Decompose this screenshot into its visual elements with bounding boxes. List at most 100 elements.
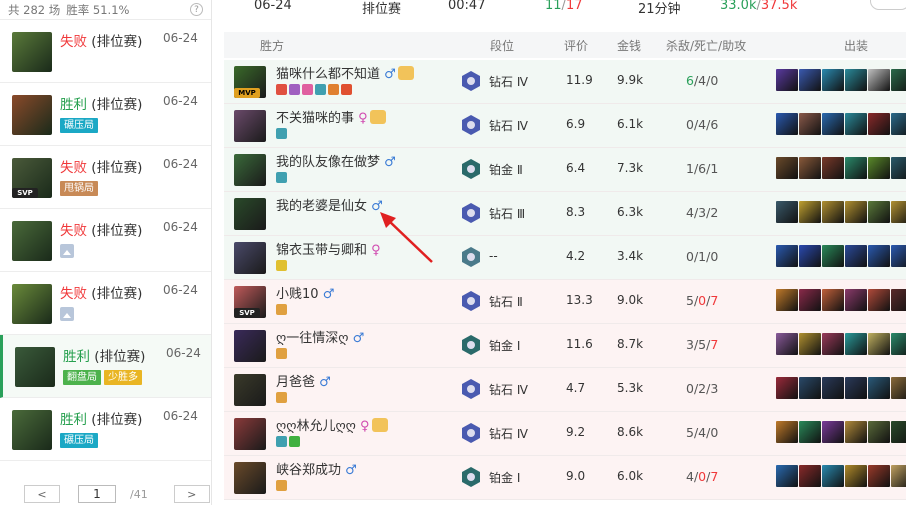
item-icon[interactable] <box>799 69 821 91</box>
item-icon[interactable] <box>822 113 844 135</box>
player-name[interactable]: 我的老婆是仙女 ♂ <box>276 195 383 214</box>
player-name[interactable]: ღღ林允儿ღღ ♀ <box>276 415 388 434</box>
player-name[interactable]: 峡谷郑成功 ♂ <box>276 459 357 478</box>
item-icon[interactable] <box>845 333 867 355</box>
help-icon[interactable]: ? <box>190 3 203 16</box>
player-name[interactable]: 猫咪什么都不知道 ♂ <box>276 63 414 82</box>
item-icon[interactable] <box>868 289 890 311</box>
item-icon[interactable] <box>891 157 906 179</box>
item-icon[interactable] <box>776 69 798 91</box>
item-icon[interactable] <box>822 69 844 91</box>
player-name[interactable]: 月爸爸 ♂ <box>276 371 331 390</box>
item-icon[interactable] <box>776 245 798 267</box>
player-row[interactable]: 月爸爸 ♂ 钻石 Ⅳ 4.7 5.3k 0/2/3 <box>224 368 906 412</box>
item-icon[interactable] <box>799 157 821 179</box>
item-icon[interactable] <box>822 377 844 399</box>
item-icon[interactable] <box>845 113 867 135</box>
score-value: 4.7 <box>566 381 586 395</box>
item-icon[interactable] <box>799 465 821 487</box>
next-page-button[interactable]: > <box>173 485 210 503</box>
item-icon[interactable] <box>822 289 844 311</box>
player-row[interactable]: 峡谷郑成功 ♂ 铂金 Ⅰ 9.0 6.0k 4/0/7 <box>224 456 906 500</box>
player-name[interactable]: 我的队友像在做梦 ♂ <box>276 151 396 170</box>
player-name[interactable]: 不关猫咪的事 ♀ <box>276 107 386 126</box>
item-build <box>776 113 906 135</box>
match-item[interactable]: 失败 (排位赛) 06-24 <box>0 272 211 335</box>
item-icon[interactable] <box>845 289 867 311</box>
image-icon[interactable] <box>60 244 74 258</box>
action-button[interactable] <box>870 0 906 10</box>
item-icon[interactable] <box>799 377 821 399</box>
player-row[interactable]: ღ一往情深ღ ♂ 铂金 Ⅰ 11.6 8.7k 3/5/7 <box>224 324 906 368</box>
player-row[interactable]: MVP 猫咪什么都不知道 ♂ 钻石 Ⅳ 11.9 9.9k 6/4/0 <box>224 60 906 104</box>
item-icon[interactable] <box>845 377 867 399</box>
item-icon[interactable] <box>868 333 890 355</box>
item-icon[interactable] <box>776 113 798 135</box>
item-icon[interactable] <box>776 421 798 443</box>
page-input[interactable]: 1 <box>78 485 116 503</box>
item-icon[interactable] <box>891 333 906 355</box>
item-icon[interactable] <box>776 157 798 179</box>
item-icon[interactable] <box>868 421 890 443</box>
item-icon[interactable] <box>868 465 890 487</box>
item-icon[interactable] <box>845 245 867 267</box>
prev-page-button[interactable]: < <box>24 485 60 503</box>
player-name[interactable]: ღ一往情深ღ ♂ <box>276 327 364 346</box>
gold-value: 9.0k <box>617 293 644 307</box>
item-icon[interactable] <box>891 113 906 135</box>
item-icon[interactable] <box>891 421 906 443</box>
item-icon[interactable] <box>799 421 821 443</box>
item-icon[interactable] <box>822 465 844 487</box>
image-icon[interactable] <box>60 307 74 321</box>
item-icon[interactable] <box>845 69 867 91</box>
item-icon[interactable] <box>776 333 798 355</box>
item-icon[interactable] <box>799 245 821 267</box>
match-item[interactable]: 胜利 (排位赛) 06-24 翻盘局 少胜多 <box>0 335 211 398</box>
item-icon[interactable] <box>799 333 821 355</box>
match-item[interactable]: SVP 失败 (排位赛) 06-24 甩锅局 <box>0 146 211 209</box>
item-icon[interactable] <box>868 377 890 399</box>
item-icon[interactable] <box>868 157 890 179</box>
item-icon[interactable] <box>822 245 844 267</box>
player-row[interactable]: ღღ林允儿ღღ ♀ 钻石 Ⅳ 9.2 8.6k 5/4/0 <box>224 412 906 456</box>
player-row[interactable]: SVP 小贱10 ♂ 钻石 Ⅱ 13.3 9.0k 5/0/7 <box>224 280 906 324</box>
gold-value: 8.6k <box>617 425 644 439</box>
player-row[interactable]: 不关猫咪的事 ♀ 钻石 Ⅳ 6.9 6.1k 0/4/6 <box>224 104 906 148</box>
match-item[interactable]: 胜利 (排位赛) 06-24 碾压局 <box>0 398 211 461</box>
match-item[interactable]: 失败 (排位赛) 06-24 <box>0 209 211 272</box>
item-icon[interactable] <box>822 333 844 355</box>
player-name[interactable]: 锦衣玉带与卿和 ♀ <box>276 239 381 258</box>
item-icon[interactable] <box>891 245 906 267</box>
item-icon[interactable] <box>776 289 798 311</box>
match-item[interactable]: 失败 (排位赛) 06-24 <box>0 20 211 83</box>
item-icon[interactable] <box>799 289 821 311</box>
match-item[interactable]: 胜利 (排位赛) 06-24 碾压局 <box>0 83 211 146</box>
item-icon[interactable] <box>891 465 906 487</box>
item-icon[interactable] <box>799 201 821 223</box>
item-icon[interactable] <box>845 465 867 487</box>
item-icon[interactable] <box>776 201 798 223</box>
item-icon[interactable] <box>845 157 867 179</box>
item-icon[interactable] <box>776 465 798 487</box>
item-icon[interactable] <box>891 377 906 399</box>
item-icon[interactable] <box>891 201 906 223</box>
item-icon[interactable] <box>868 113 890 135</box>
item-icon[interactable] <box>822 157 844 179</box>
player-name[interactable]: 小贱10 ♂ <box>276 283 334 302</box>
gender-icon: ♀ <box>360 419 370 434</box>
item-icon[interactable] <box>891 289 906 311</box>
player-row[interactable]: 我的老婆是仙女 ♂ 钻石 Ⅲ 8.3 6.3k 4/3/2 <box>224 192 906 236</box>
item-icon[interactable] <box>868 245 890 267</box>
item-icon[interactable] <box>776 377 798 399</box>
player-row[interactable]: 锦衣玉带与卿和 ♀ -- 4.2 3.4k 0/1/0 <box>224 236 906 280</box>
item-icon[interactable] <box>845 421 867 443</box>
item-icon[interactable] <box>891 69 906 91</box>
gender-icon: ♂ <box>352 331 365 346</box>
player-row[interactable]: 我的队友像在做梦 ♂ 铂金 Ⅱ 6.4 7.3k 1/6/1 <box>224 148 906 192</box>
item-icon[interactable] <box>868 201 890 223</box>
item-icon[interactable] <box>845 201 867 223</box>
item-icon[interactable] <box>822 201 844 223</box>
item-icon[interactable] <box>799 113 821 135</box>
item-icon[interactable] <box>868 69 890 91</box>
item-icon[interactable] <box>822 421 844 443</box>
